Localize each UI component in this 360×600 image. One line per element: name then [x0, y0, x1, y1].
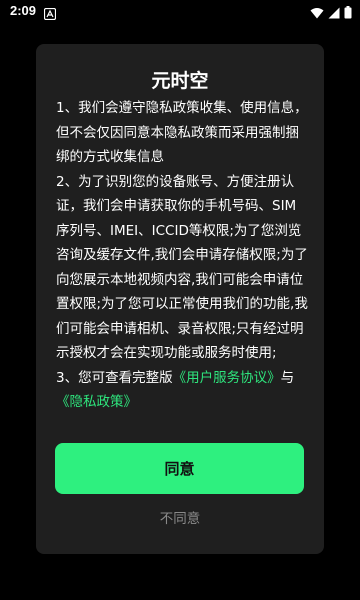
privacy-policy-link[interactable]: 《隐私政策》	[56, 394, 137, 410]
user-agreement-link[interactable]: 《用户服务协议》	[173, 370, 281, 386]
signal-icon	[328, 4, 340, 23]
agree-button[interactable]: 同意	[55, 443, 304, 494]
screen: 2:09 元时空 1、我们会遵守隐私政策收集、使用信息，但不会仅因同意本隐私政策…	[0, 0, 360, 600]
policy-paragraph-3-text: 3、您可查看完整版	[56, 369, 173, 386]
disagree-button[interactable]: 不同意	[130, 507, 230, 531]
privacy-dialog: 元时空 1、我们会遵守隐私政策收集、使用信息，但不会仅因同意本隐私政策而采用强制…	[36, 44, 324, 554]
wifi-icon	[310, 4, 324, 23]
dialog-body: 1、我们会遵守隐私政策收集、使用信息，但不会仅因同意本隐私政策而采用强制捆绑的方…	[56, 96, 308, 415]
status-bar: 2:09	[0, 0, 360, 24]
policy-paragraph-1: 1、我们会遵守隐私政策收集、使用信息，但不会仅因同意本隐私政策而采用强制捆绑的方…	[56, 100, 308, 165]
policy-paragraph-3: 3、您可查看完整版《用户服务协议》与《隐私政策》	[56, 366, 308, 415]
policy-paragraph-2: 2、为了识别您的设备账号、方便注册认证，我们会申请获取你的手机号码、SIM序列号…	[56, 173, 308, 362]
status-time: 2:09	[10, 3, 37, 18]
dialog-title: 元时空	[151, 70, 209, 92]
battery-icon	[344, 4, 352, 23]
status-right-icons	[310, 4, 352, 23]
notification-a-icon	[43, 5, 57, 21]
connector-text: 与	[280, 369, 295, 386]
